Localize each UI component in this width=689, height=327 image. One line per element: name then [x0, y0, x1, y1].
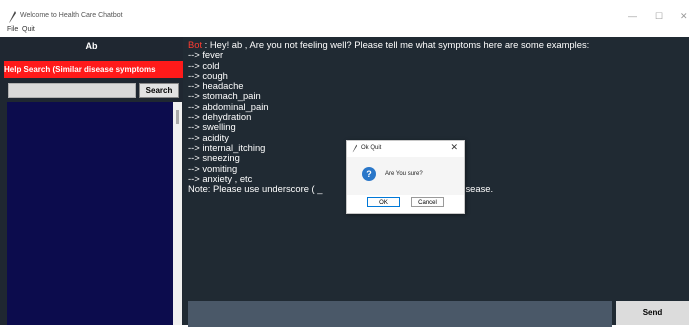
title-bar: Welcome to Health Care Chatbot — ☐ ✕: [0, 8, 689, 26]
symptom-item: --> abdominal_pain: [188, 100, 269, 112]
menu-quit[interactable]: Quit: [22, 26, 35, 33]
search-input[interactable]: [8, 83, 136, 98]
bot-greeting: : Hey! ab , Are you not feeling well? Pl…: [202, 39, 590, 50]
symptom-item: --> cough: [188, 69, 228, 81]
symptom-item: --> fever: [188, 49, 224, 61]
window-title: Welcome to Health Care Chatbot: [20, 12, 123, 19]
ok-button[interactable]: OK: [367, 197, 400, 207]
symptom-item: --> headache: [188, 80, 244, 92]
minimize-button[interactable]: —: [628, 11, 637, 21]
symptom-item: --> cold: [188, 59, 220, 71]
feather-icon: [352, 144, 358, 153]
close-button[interactable]: ✕: [680, 11, 688, 22]
message-input[interactable]: [188, 301, 612, 327]
symptom-item: --> swelling: [188, 121, 236, 133]
listbox-scrollbar[interactable]: [173, 102, 182, 325]
symptom-item: --> dehydration: [188, 111, 252, 123]
feather-icon: [9, 11, 16, 23]
dialog-title: Ok Quit: [361, 145, 382, 151]
maximize-button[interactable]: ☐: [655, 11, 663, 22]
dialog-close-button[interactable]: ✕: [450, 142, 458, 153]
help-search-label: Help Search (Similar disease symptoms: [4, 61, 183, 78]
note-text-start: Note: Please use underscore ( _: [188, 183, 326, 195]
dialog-message: Are You sure?: [385, 171, 423, 177]
bot-message-line: Bot : Hey! ab , Are you not feeling well…: [188, 39, 686, 50]
cancel-button[interactable]: Cancel: [411, 197, 444, 207]
results-listbox[interactable]: [7, 102, 173, 325]
search-button[interactable]: Search: [139, 83, 179, 98]
send-button[interactable]: Send: [616, 301, 689, 325]
question-icon: ?: [362, 167, 376, 181]
menu-bar: File Quit: [0, 26, 689, 37]
username-label: Ab: [85, 41, 98, 51]
scrollbar-thumb[interactable]: [176, 110, 179, 124]
menu-file[interactable]: File: [7, 26, 18, 33]
sidebar: Ab Help Search (Similar disease symptoms…: [0, 37, 183, 325]
quit-dialog: Ok Quit ✕ ? Are You sure? OK Cancel: [346, 140, 465, 214]
chatbot-app: Ab Help Search (Similar disease symptoms…: [0, 37, 689, 327]
